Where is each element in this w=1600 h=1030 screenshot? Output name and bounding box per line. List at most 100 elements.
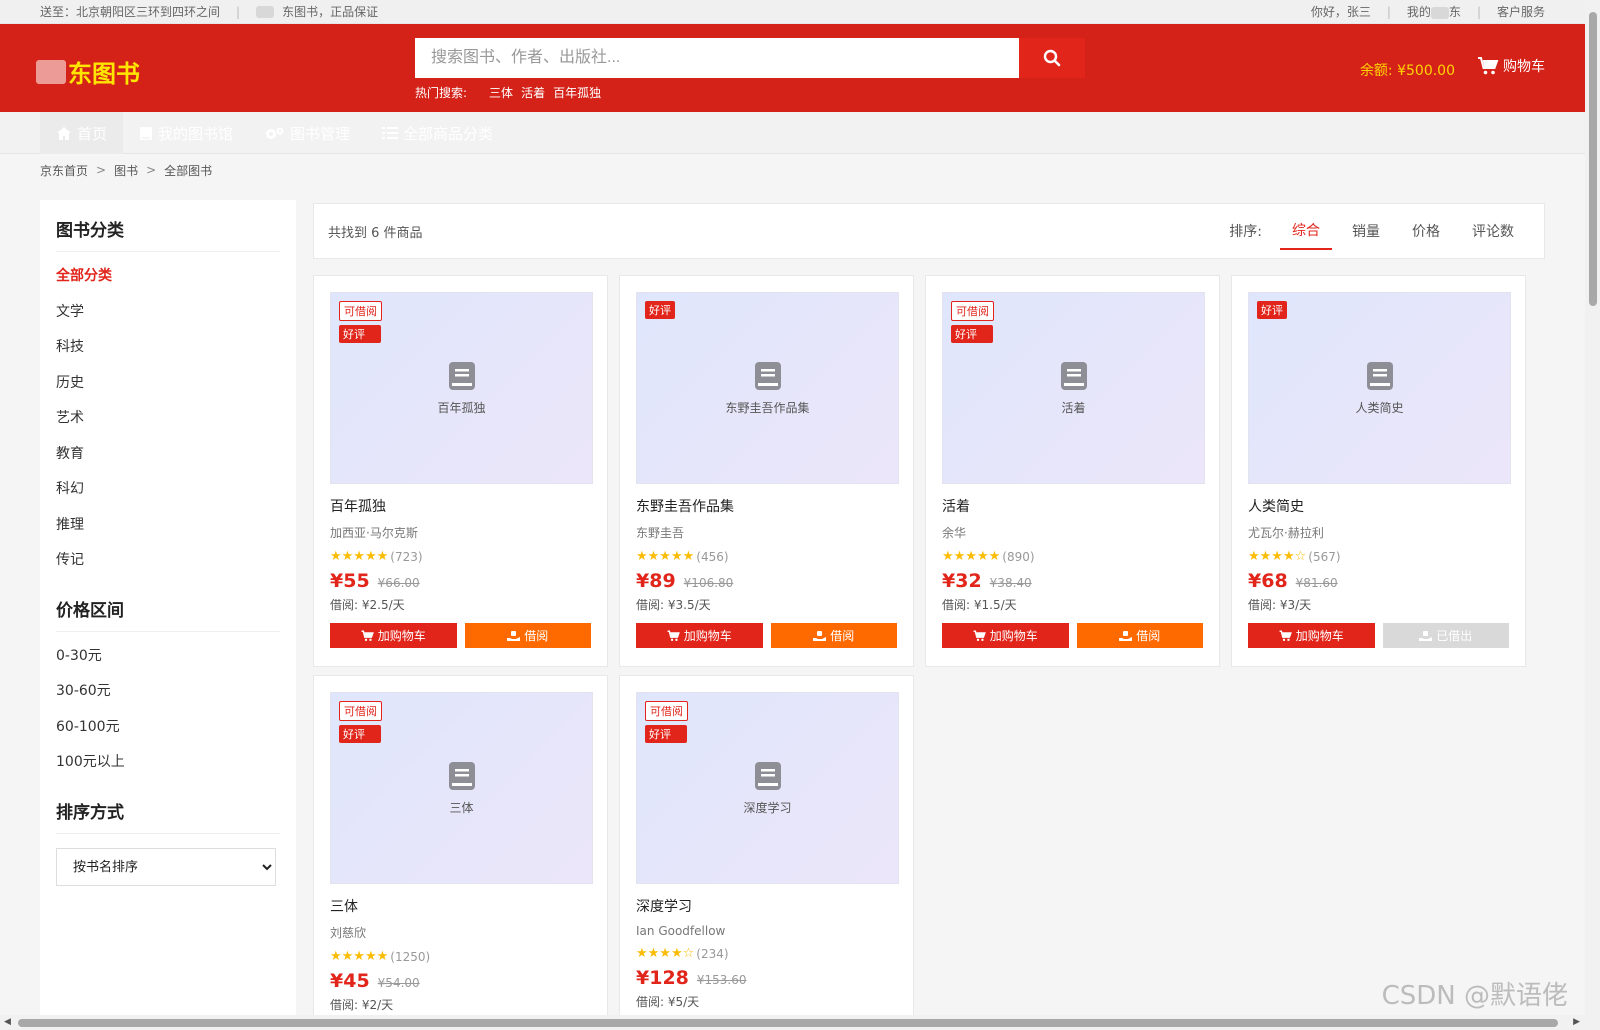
nav-item-home[interactable]: 首页 xyxy=(40,112,124,154)
category-item[interactable]: 文学 xyxy=(56,302,280,338)
category-item[interactable]: 全部分类 xyxy=(56,266,280,302)
logo[interactable]: 东图书 xyxy=(36,54,140,89)
horizontal-scrollbar[interactable]: ◀ ▶ xyxy=(0,1015,1600,1030)
nav-item-my-library[interactable]: 我的图书馆 xyxy=(123,112,249,154)
price: ¥68 xyxy=(1248,570,1288,592)
nav-label: 全部商品分类 xyxy=(403,124,494,143)
book-title[interactable]: 深度学习 xyxy=(636,896,897,916)
price-row: ¥45 ¥54.00 xyxy=(330,970,591,992)
rating: ★★★★☆ (234) xyxy=(636,946,897,961)
sort-tab-reviews[interactable]: 评论数 xyxy=(1460,213,1526,249)
breadcrumb-all-books: 全部图书 xyxy=(164,163,213,178)
hot-search-term[interactable]: 活着 xyxy=(521,84,545,101)
add-to-cart-button[interactable]: 加购物车 xyxy=(636,623,763,648)
divider: | xyxy=(1476,4,1481,19)
my-prefix: 我的 xyxy=(1406,5,1431,19)
book-cover[interactable]: 可借阅 好评 百年孤独 xyxy=(330,292,593,484)
customer-service-link[interactable]: 客户服务 xyxy=(1497,3,1545,20)
book-icon xyxy=(754,761,781,790)
borrow-button[interactable]: 借阅 xyxy=(464,623,591,648)
product-card[interactable]: 可借阅 好评 活着 活着 余华 ★★★★★ (890) ¥32 ¥38.40 借阅:… xyxy=(925,275,1220,667)
hand-holding-icon xyxy=(813,630,827,641)
star-rating: ★★★★★ xyxy=(330,549,389,564)
category-item[interactable]: 艺术 xyxy=(56,408,280,444)
book-author: 东野圭吾 xyxy=(636,526,685,540)
original-price: ¥66.00 xyxy=(377,576,420,590)
add-to-cart-label: 加购物车 xyxy=(989,629,1038,643)
add-to-cart-button[interactable]: 加购物车 xyxy=(942,623,1069,648)
results-toolbar: 共找到 6 件商品 排序: 综合 销量 价格 评论数 xyxy=(313,203,1545,259)
breadcrumb-books[interactable]: 图书 xyxy=(114,162,138,179)
category-item[interactable]: 科幻 xyxy=(56,479,280,515)
price-range-item[interactable]: 100元以上 xyxy=(56,752,280,788)
card-actions: 加购物车 借阅 xyxy=(942,623,1203,648)
category-item[interactable]: 科技 xyxy=(56,337,280,373)
search-button[interactable] xyxy=(1019,38,1085,78)
price-range-item[interactable]: 0-30元 xyxy=(56,646,280,682)
book-title[interactable]: 三体 xyxy=(330,896,591,916)
book-cover[interactable]: 好评 东野圭吾作品集 xyxy=(636,292,899,484)
add-to-cart-button[interactable]: 加购物车 xyxy=(1248,623,1375,648)
sort-select[interactable]: 按书名排序 xyxy=(56,847,276,886)
book-author: Ian Goodfellow xyxy=(636,924,726,938)
search-bar xyxy=(415,38,1085,78)
breadcrumb-home[interactable]: 京东首页 xyxy=(40,162,88,179)
book-cover[interactable]: 可借阅 好评 深度学习 xyxy=(636,692,899,884)
price-range-item[interactable]: 30-60元 xyxy=(56,681,280,717)
borrow-button[interactable]: 借阅 xyxy=(770,623,897,648)
hot-search-term[interactable]: 三体 xyxy=(489,84,513,101)
scroll-left-arrow-icon[interactable]: ◀ xyxy=(4,1017,11,1027)
rating: ★★★★☆ (567) xyxy=(1248,549,1509,564)
book-title[interactable]: 东野圭吾作品集 xyxy=(636,496,897,516)
price: ¥55 xyxy=(330,570,370,592)
blurred-logo-mark xyxy=(36,59,66,84)
star-rating: ★★★★☆ xyxy=(1248,549,1307,564)
category-item[interactable]: 传记 xyxy=(56,550,280,586)
greeting[interactable]: 你好，张三 xyxy=(1311,3,1371,20)
hot-search-term[interactable]: 百年孤独 xyxy=(553,84,601,101)
book-author: 加西亚·马尔克斯 xyxy=(330,526,418,540)
category-item[interactable]: 历史 xyxy=(56,373,280,409)
vertical-scroll-thumb[interactable] xyxy=(1589,12,1597,306)
book-title[interactable]: 活着 xyxy=(942,496,1203,516)
book-cover[interactable]: 可借阅 好评 三体 xyxy=(330,692,593,884)
book-icon xyxy=(448,361,475,390)
product-card[interactable]: 可借阅 好评 百年孤独 百年孤独 加西亚·马尔克斯 ★★★★★ (723) ¥55… xyxy=(313,275,608,667)
price-range-title: 价格区间 xyxy=(56,596,280,632)
vertical-scrollbar[interactable] xyxy=(1585,0,1600,1015)
sort-tab-price[interactable]: 价格 xyxy=(1400,213,1452,249)
star-rating: ★★★★★ xyxy=(942,549,1001,564)
add-to-cart-label: 加购物车 xyxy=(1295,629,1344,643)
nav-item-all-categories[interactable]: 全部商品分类 xyxy=(366,112,509,154)
book-cover[interactable]: 好评 人类简史 xyxy=(1248,292,1511,484)
borrowable-badge: 可借阅 xyxy=(339,301,382,321)
borrowed-label: 已借出 xyxy=(1436,629,1473,643)
sort-tab-overall[interactable]: 综合 xyxy=(1280,212,1332,250)
borrow-button[interactable]: 借阅 xyxy=(1076,623,1203,648)
product-card[interactable]: 好评 东野圭吾作品集 东野圭吾作品集 东野圭吾 ★★★★★ (456) ¥89 ¥1… xyxy=(619,275,914,667)
nav-item-book-management[interactable]: 图书管理 xyxy=(249,112,366,154)
borrow-label: 借阅 xyxy=(1136,629,1161,643)
product-card[interactable]: 可借阅 好评 深度学习 深度学习 Ian Goodfellow ★★★★☆ (23… xyxy=(619,675,914,1030)
search-input[interactable] xyxy=(415,38,1019,78)
category-item[interactable]: 推理 xyxy=(56,515,280,551)
cart-button[interactable]: 购物车 xyxy=(1477,56,1545,76)
price-range-item[interactable]: 60-100元 xyxy=(56,717,280,753)
product-card[interactable]: 可借阅 好评 三体 三体 刘慈欣 ★★★★★ (1250) ¥45 ¥54.00 借… xyxy=(313,675,608,1030)
breadcrumb-separator: > xyxy=(146,163,157,177)
good-review-badge: 好评 xyxy=(645,301,675,319)
slogan: 东图书，正品保证 xyxy=(282,5,379,19)
cover-title: 活着 xyxy=(1061,400,1086,415)
my-account-link[interactable]: 我的 东 xyxy=(1407,3,1461,20)
sort-tab-sales[interactable]: 销量 xyxy=(1340,213,1392,249)
delivery-location[interactable]: 送至：北京朝阳区三环到四环之间 xyxy=(40,3,220,20)
add-to-cart-button[interactable]: 加购物车 xyxy=(330,623,457,648)
book-cover[interactable]: 可借阅 好评 活着 xyxy=(942,292,1205,484)
book-title[interactable]: 百年孤独 xyxy=(330,496,591,516)
category-item[interactable]: 教育 xyxy=(56,444,280,480)
borrowable-badge: 可借阅 xyxy=(339,701,382,721)
book-title[interactable]: 人类简史 xyxy=(1248,496,1509,516)
product-card[interactable]: 好评 人类简史 人类简史 尤瓦尔·赫拉利 ★★★★☆ (567) ¥68 ¥81.6… xyxy=(1231,275,1526,667)
scroll-right-arrow-icon[interactable]: ▶ xyxy=(1573,1017,1580,1027)
horizontal-scroll-thumb[interactable] xyxy=(18,1019,1558,1027)
